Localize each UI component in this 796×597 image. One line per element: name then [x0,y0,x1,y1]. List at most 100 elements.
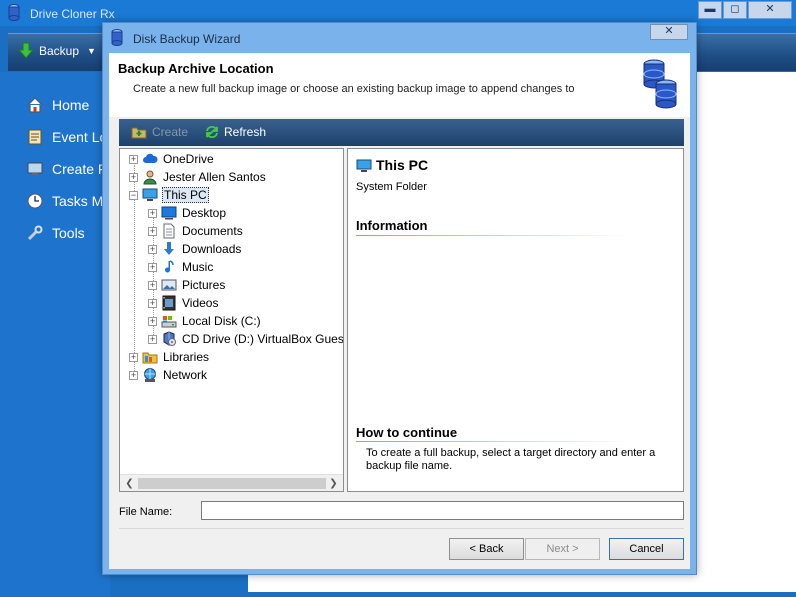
download-icon [164,242,174,255]
scroll-left-icon[interactable]: ❮ [123,477,136,490]
section-divider [356,441,631,442]
information-heading: Information [356,218,428,233]
chevron-down-icon: ▼ [87,46,96,56]
tree-node-desktop[interactable]: + Desktop [148,204,227,222]
how-to-continue-heading: How to continue [356,425,458,440]
location-toolbar: Create Refresh [119,119,684,146]
expand-toggle[interactable]: + [148,208,157,218]
tree-node-user[interactable]: + Jester Allen Santos [129,168,267,186]
tree-node-label: Downloads [182,242,242,256]
nav-label: Home [52,97,90,113]
expand-toggle[interactable]: + [148,226,157,236]
new-folder-icon [131,127,147,139]
clock-icon [27,193,43,209]
dialog-titlebar: Disk Backup Wizard ✕ [103,23,696,51]
app-close-button[interactable]: ✕ [748,1,792,19]
tree-node-cd-drive-d[interactable]: + CD Drive (D:) VirtualBox Guest [148,330,344,348]
tree-node-local-disk-c[interactable]: + Local Disk (C:) [148,312,262,330]
nav-label: Event Lo [52,129,108,145]
expand-toggle[interactable]: + [148,334,157,344]
how-to-continue-text: To create a full backup, select a target… [366,447,656,472]
pictures-icon [161,279,177,291]
dialog-close-button[interactable]: ✕ [650,24,688,40]
tree-node-label: Local Disk (C:) [182,314,261,328]
tree-node-label: Videos [182,296,219,310]
expand-toggle[interactable]: + [148,298,157,308]
expand-toggle[interactable]: + [129,352,138,362]
cd-drive-icon [163,331,176,346]
dialog-title: Disk Backup Wizard [133,32,241,46]
monitor-icon [27,162,43,175]
backup-menu-button[interactable]: Backup ▼ [18,42,96,60]
tree-node-libraries[interactable]: + Libraries [129,348,210,366]
tree-node-onedrive[interactable]: + OneDrive [129,150,215,168]
database-icon [8,4,20,21]
scrollbar-thumb[interactable] [138,478,326,489]
expand-toggle[interactable]: + [129,154,138,164]
tree-horizontal-scrollbar[interactable]: ❮ ❯ [120,474,343,491]
tree-node-label: Music [182,260,214,274]
refresh-label: Refresh [224,125,267,139]
wizard-step-description: Create a new full backup image or choose… [133,83,575,95]
tree-node-downloads[interactable]: + Downloads [148,240,242,258]
nav-label: Create F [52,161,107,177]
refresh-button[interactable]: Refresh [205,125,266,139]
section-divider [356,235,631,236]
tree-node-this-pc[interactable]: − This PC [129,186,209,204]
home-icon [27,97,43,113]
network-icon [144,368,156,382]
wizard-step-title: Backup Archive Location [118,61,274,76]
nav-item-create[interactable]: Create F [26,158,106,180]
tree-node-documents[interactable]: + Documents [148,222,244,240]
tree-node-label: Pictures [182,278,226,292]
document-icon [163,223,175,239]
tree-node-network[interactable]: + Network [129,366,208,384]
nav-label: Tools [52,225,85,241]
tree-node-pictures[interactable]: + Pictures [148,276,226,294]
tree-node-label: Documents [182,224,243,238]
local-disk-icon [161,316,177,328]
back-button[interactable]: < Back [449,538,524,560]
next-button[interactable]: Next > [525,538,600,560]
tree-node-videos[interactable]: + Videos [148,294,219,312]
create-button[interactable]: Create [131,125,188,139]
file-name-label: File Name: [119,506,173,518]
user-icon [143,170,157,185]
computer-icon [142,188,158,201]
expand-toggle[interactable]: + [148,280,157,290]
file-name-input[interactable] [201,501,684,520]
tools-icon [27,225,43,241]
info-subtitle: System Folder [356,181,427,193]
footer-divider [119,528,684,529]
info-title: This PC [376,157,429,173]
backup-menu-label: Backup [39,44,80,58]
nav-item-tools[interactable]: Tools [26,222,85,244]
expand-toggle[interactable]: + [129,370,138,380]
tree-node-label: OneDrive [163,152,214,166]
expand-toggle[interactable]: + [148,316,157,326]
folder-tree[interactable]: + OneDrive + Jester Allen Santos − This … [119,148,344,492]
database-stack-icon [643,59,677,109]
libraries-icon [142,352,158,364]
tree-node-label: Network [163,368,208,382]
sidebar: Home Event Lo Create F Tasks M Tools [0,72,110,597]
cancel-button[interactable]: Cancel [609,538,684,560]
nav-item-tasks[interactable]: Tasks M [26,190,103,212]
scroll-right-icon[interactable]: ❯ [327,477,340,490]
expand-toggle[interactable]: + [148,244,157,254]
tree-node-label: This PC [162,187,209,203]
collapse-toggle[interactable]: − [129,190,138,200]
maximize-button[interactable]: ◻ [723,1,747,19]
minimize-button[interactable]: ▬ [698,1,722,19]
tree-node-label: Desktop [182,206,227,220]
expand-toggle[interactable]: + [129,172,138,182]
nav-item-event-log[interactable]: Event Lo [26,126,107,148]
tree-node-music[interactable]: + Music [148,258,214,276]
tree-node-label: CD Drive (D:) VirtualBox Guest [182,332,344,346]
expand-toggle[interactable]: + [148,262,157,272]
nav-label: Tasks M [52,193,104,209]
computer-icon [356,159,372,172]
nav-item-home[interactable]: Home [26,94,89,116]
desktop-icon [161,206,177,220]
refresh-icon [206,126,218,138]
